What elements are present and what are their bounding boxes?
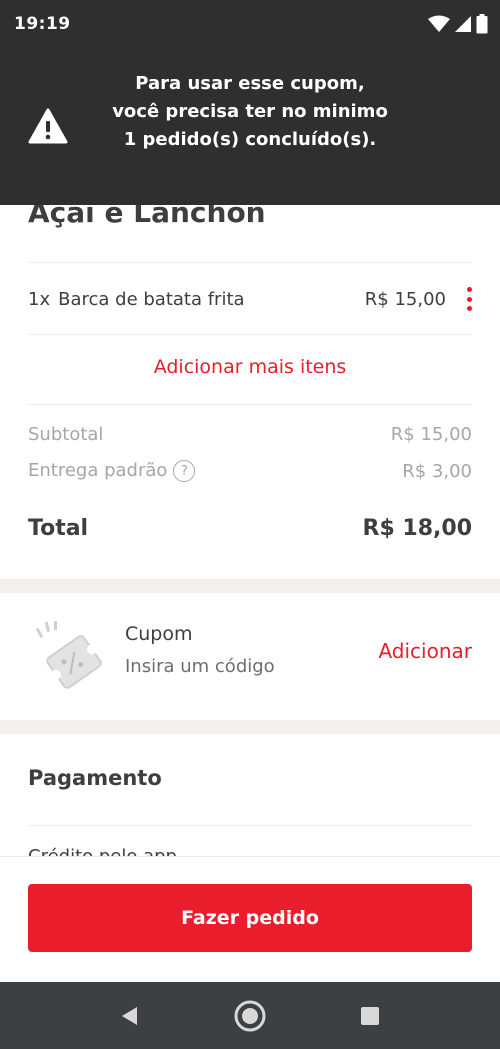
item-name: Barca de batata frita [58, 288, 245, 310]
item-price: R$ 15,00 [364, 288, 446, 310]
system-navigation-bar [0, 982, 500, 1049]
payment-title: Pagamento [28, 766, 162, 790]
toast-banner: 19:19 Para usar esse cupom, você precisa… [0, 0, 500, 205]
help-icon[interactable]: ? [173, 460, 196, 482]
place-order-button[interactable]: Fazer pedido [28, 884, 472, 952]
section-separator [0, 579, 500, 593]
coupon-subtitle[interactable]: Insira um código [125, 656, 275, 677]
add-coupon-button[interactable]: Adicionar [378, 639, 472, 663]
status-time: 19:19 [14, 14, 71, 34]
total-value: R$ 18,00 [362, 516, 473, 541]
section-separator [0, 720, 500, 734]
item-quantity: 1x [28, 288, 51, 310]
coupon-title: Cupom [125, 623, 193, 645]
divider [28, 825, 472, 826]
delivery-row: Entrega padrão? R$ 3,00 [28, 460, 472, 482]
recents-icon[interactable] [350, 996, 390, 1036]
cart-item-row[interactable]: 1x Barca de batata frita R$ 15,00 [28, 282, 472, 316]
more-options-icon[interactable] [466, 287, 472, 311]
total-row: Total R$ 18,00 [28, 516, 472, 541]
subtotal-label: Subtotal [28, 424, 104, 445]
subtotal-value: R$ 15,00 [390, 424, 472, 445]
battery-icon [476, 14, 488, 34]
home-icon[interactable] [230, 996, 270, 1036]
delivery-value: R$ 3,00 [402, 460, 472, 482]
divider [28, 334, 472, 335]
subtotal-row: Subtotal R$ 15,00 [28, 424, 472, 445]
toast-message: Para usar esse cupom, você precisa ter n… [112, 73, 388, 150]
total-label: Total [28, 516, 89, 541]
divider [28, 262, 472, 263]
add-more-items-link[interactable]: Adicionar mais itens [0, 356, 500, 378]
status-icons [428, 14, 488, 34]
coupon-ticket-icon [36, 621, 102, 689]
signal-icon [455, 16, 471, 32]
wifi-icon [428, 15, 450, 32]
back-icon[interactable] [110, 996, 150, 1036]
divider [28, 404, 472, 405]
delivery-label: Entrega padrão [28, 460, 168, 481]
warning-icon [28, 108, 68, 144]
